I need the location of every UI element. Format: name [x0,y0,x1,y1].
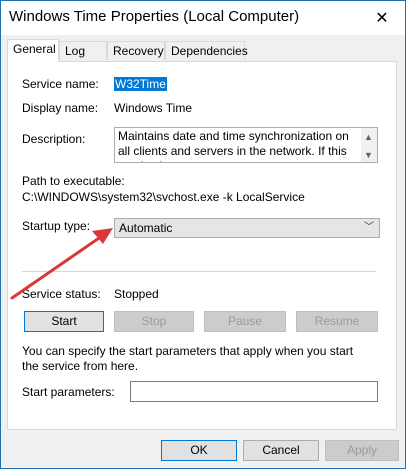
annotation-arrow-line [10,234,104,300]
tab-general[interactable]: General [7,39,59,62]
annotation-arrow [10,228,113,300]
